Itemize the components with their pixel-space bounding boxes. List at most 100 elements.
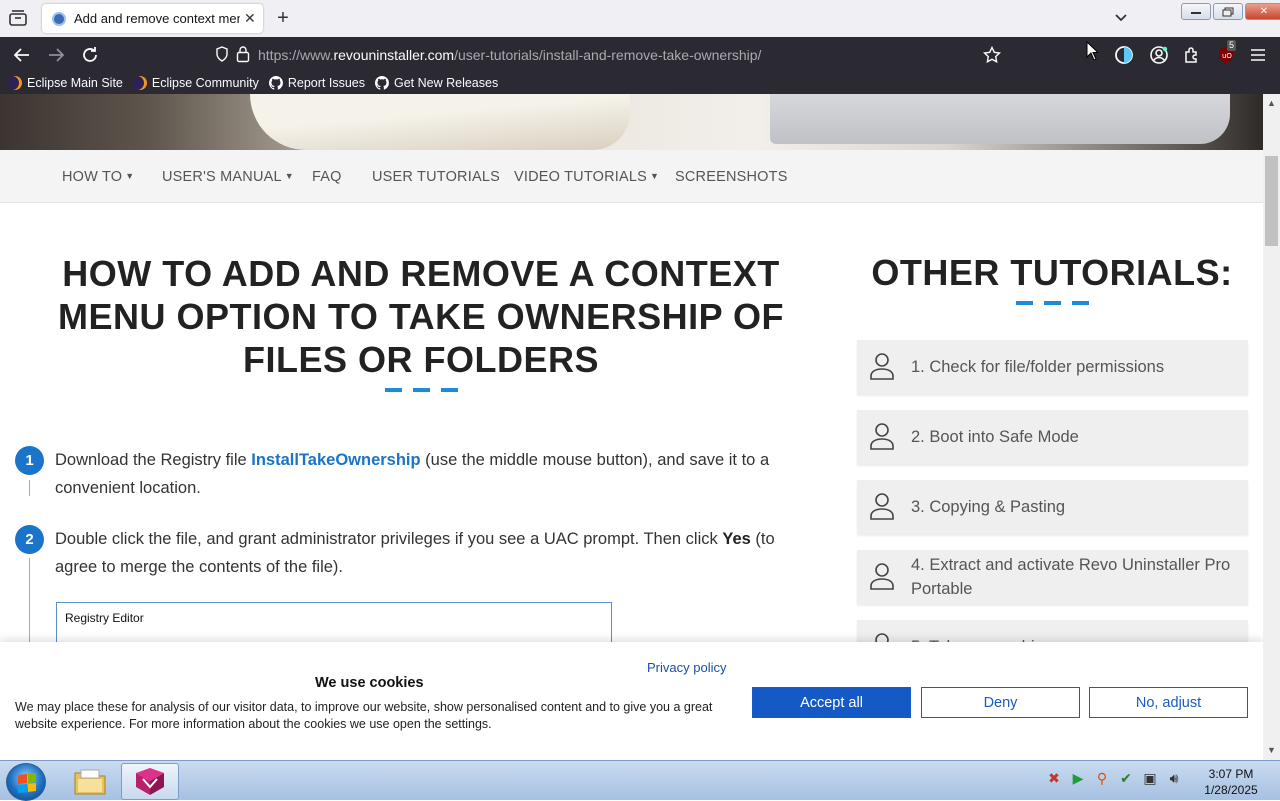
start-button[interactable] (6, 763, 46, 801)
tab-list-icon[interactable] (8, 8, 28, 28)
lock-icon[interactable] (236, 45, 250, 68)
active-tab[interactable]: Add and remove context menu ✕ (42, 4, 263, 33)
install-take-ownership-link[interactable]: InstallTakeOwnership (251, 451, 420, 469)
privacy-policy-link[interactable]: Privacy policy (647, 660, 726, 675)
bookmark-eclipse-main-site[interactable]: Eclipse Main Site (8, 76, 123, 90)
tray-search-icon[interactable]: ⚲ (1093, 769, 1111, 787)
bookmark-star-icon[interactable] (982, 45, 1002, 65)
nav-label: USER'S MANUAL (162, 169, 282, 185)
page-title: HOW TO ADD AND REMOVE A CONTEXT MENU OPT… (57, 253, 785, 380)
tutorial-label: 3. Copying & Pasting (911, 498, 1066, 516)
screenshot-window-title: Registry Editor (65, 611, 144, 625)
nav-label: FAQ (312, 169, 342, 185)
mouse-cursor-icon (1086, 40, 1100, 66)
tab-close-icon[interactable]: ✕ (244, 10, 256, 27)
nav-label: HOW TO (62, 169, 123, 185)
step-number: 1 (15, 446, 44, 475)
taskbar-file-explorer[interactable] (61, 763, 119, 800)
step-number: 2 (15, 525, 44, 554)
account-icon[interactable] (1149, 45, 1169, 65)
github-icon (374, 76, 389, 90)
tutorial-label: 4. Extract and activate Revo Uninstaller… (911, 556, 1231, 598)
url-text[interactable]: https://www.revouninstaller.com/user-tut… (258, 47, 761, 63)
nav-video-tutorials[interactable]: VIDEO TUTORIALS ▼ (514, 169, 659, 185)
tutorial-item[interactable]: 1. Check for file/folder permissions (857, 340, 1248, 394)
bookmark-label: Eclipse Main Site (27, 76, 123, 90)
nav-users-manual[interactable]: USER'S MANUAL ▼ (162, 169, 294, 185)
extensions-puzzle-icon[interactable] (1182, 45, 1202, 65)
clock-time: 3:07 PM (1208, 767, 1254, 781)
navigation-toolbar: https://www.revouninstaller.com/user-tut… (0, 37, 1280, 72)
eclipse-icon (132, 76, 147, 90)
scroll-up-icon[interactable]: ▲ (1267, 98, 1276, 108)
url-bar[interactable]: https://www.revouninstaller.com/user-tut… (208, 41, 1018, 68)
taskbar: ✖ ▶ ⚲ ✔ ▣ 🔊︎ 3:07 PM 1/28/2025 (0, 760, 1280, 801)
tray-app-icon[interactable]: ✖ (1045, 769, 1063, 787)
tray-play-icon[interactable]: ▶ (1069, 769, 1087, 787)
deny-button[interactable]: Deny (921, 687, 1080, 718)
caret-down-icon: ▼ (650, 171, 660, 181)
url-host: revouninstaller.com (333, 47, 455, 63)
accept-all-button[interactable]: Accept all (752, 687, 911, 718)
nav-label: SCREENSHOTS (675, 169, 788, 185)
tutorial-item[interactable]: 4. Extract and activate Revo Uninstaller… (857, 550, 1248, 604)
reload-icon[interactable] (80, 45, 100, 65)
caret-down-icon: ▼ (125, 171, 135, 181)
extension-clock-icon[interactable] (1114, 45, 1134, 65)
step-text-part: Double click the file, and grant adminis… (55, 530, 723, 548)
adjust-button[interactable]: No, adjust (1089, 687, 1248, 718)
cookie-banner: Privacy policy We use cookies We may pla… (0, 642, 1263, 760)
new-tab-button[interactable]: + (272, 7, 294, 29)
caret-down-icon: ▼ (284, 171, 294, 181)
nav-label: VIDEO TUTORIALS (514, 169, 647, 185)
tray-volume-icon[interactable]: 🔊︎ (1165, 769, 1183, 787)
ublock-origin-icon[interactable]: uO 5 (1216, 40, 1237, 65)
hero-book-image (250, 94, 630, 150)
step-text: Download the Registry file InstallTakeOw… (55, 446, 815, 502)
tab-bar: Add and remove context menu ✕ + ✕ (0, 0, 1280, 37)
bookmark-report-issues[interactable]: Report Issues (268, 76, 365, 90)
system-clock[interactable]: 3:07 PM 1/28/2025 (1196, 766, 1266, 798)
taskbar-revo-uninstaller[interactable] (121, 763, 179, 800)
nav-label: USER TUTORIALS (372, 169, 500, 185)
clock-date: 1/28/2025 (1204, 783, 1258, 797)
cookie-body-text: We may place these for analysis of our v… (15, 700, 713, 731)
step-connector (29, 480, 30, 496)
hero-laptop-image (770, 94, 1230, 144)
bookmark-label: Report Issues (287, 76, 365, 90)
github-icon (268, 76, 283, 90)
bookmark-label: Get New Releases (393, 76, 499, 90)
nav-faq[interactable]: FAQ (312, 169, 342, 185)
revo-favicon-icon (52, 11, 66, 26)
tray-security-icon[interactable]: ✔ (1117, 769, 1135, 787)
bookmark-get-new-releases[interactable]: Get New Releases (374, 76, 499, 90)
tracking-protection-shield-icon[interactable] (215, 46, 229, 67)
svg-text:uO: uO (1222, 52, 1232, 60)
tray-network-icon[interactable]: ▣ (1141, 769, 1159, 787)
hamburger-menu-icon[interactable] (1248, 45, 1268, 65)
eclipse-icon (8, 76, 22, 90)
scroll-thumb[interactable] (1265, 156, 1278, 246)
web-page: HOW TO ▼ USER'S MANUAL ▼ FAQ USER TUTORIAL… (0, 94, 1263, 760)
user-icon (870, 493, 894, 520)
restore-button[interactable] (1213, 3, 1243, 20)
tutorial-item[interactable]: 3. Copying & Pasting (857, 480, 1248, 534)
hero-image (0, 94, 1263, 150)
list-all-tabs-icon[interactable] (1113, 9, 1133, 29)
tutorial-item[interactable]: 2. Boot into Safe Mode (857, 410, 1248, 464)
minimize-button[interactable] (1181, 3, 1211, 20)
page-scrollbar[interactable]: ▲ ▼ (1263, 94, 1280, 760)
nav-how-to[interactable]: HOW TO ▼ (62, 169, 134, 185)
nav-screenshots[interactable]: SCREENSHOTS (675, 169, 788, 185)
back-icon[interactable] (12, 45, 32, 65)
windows-logo-icon (18, 773, 36, 793)
forward-icon[interactable] (46, 45, 66, 65)
url-path: /user-tutorials/install-and-remove-take-… (454, 47, 762, 63)
user-icon (870, 353, 894, 380)
window-close-button[interactable]: ✕ (1245, 3, 1280, 20)
scroll-down-icon[interactable]: ▼ (1267, 745, 1276, 755)
nav-user-tutorials[interactable]: USER TUTORIALS (372, 169, 500, 185)
tutorial-label: 2. Boot into Safe Mode (911, 428, 1079, 446)
bookmark-eclipse-community[interactable]: Eclipse Community (132, 76, 259, 90)
sidebar-title: OTHER TUTORIALS: (871, 252, 1233, 293)
